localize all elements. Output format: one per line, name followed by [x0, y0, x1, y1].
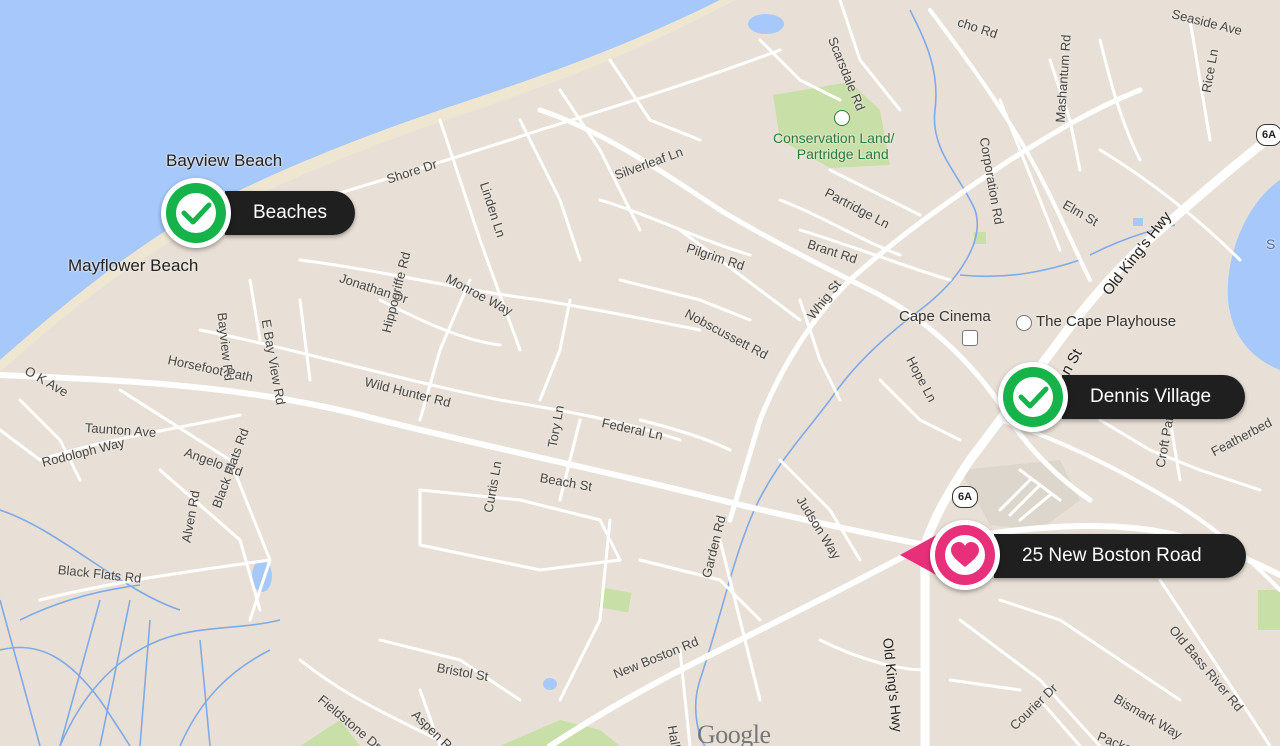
- conservation-label-line1: Conservation Land/: [773, 130, 895, 146]
- conservation-label-line2: Partridge Land: [796, 146, 889, 162]
- marker-home-badge[interactable]: [930, 520, 1000, 590]
- edge-letter: S: [1266, 236, 1276, 252]
- cinema-icon: [962, 330, 978, 346]
- theater-icon: [1016, 315, 1032, 331]
- conservation-land-label: Conservation Land/ Partridge Land: [773, 130, 894, 162]
- route-shield-6a: 6A: [952, 486, 978, 508]
- park-icon: [834, 110, 850, 126]
- mayflower-beach-label: Mayflower Beach: [68, 256, 199, 275]
- google-attribution: Google: [697, 720, 771, 746]
- bayview-beach-label: Bayview Beach: [166, 151, 283, 170]
- marker-dennis-village-badge[interactable]: [998, 362, 1068, 432]
- route-shield-6a: 6A: [1256, 124, 1280, 146]
- checkmark-icon: [172, 189, 220, 237]
- cape-playhouse-label: The Cape Playhouse: [1036, 313, 1177, 330]
- cape-cinema-label: Cape Cinema: [899, 308, 991, 325]
- marker-beaches-label[interactable]: Beaches: [225, 191, 355, 235]
- marker-dennis-village-label[interactable]: Dennis Village: [1062, 375, 1245, 419]
- map-canvas[interactable]: Conservation Land/ Partridge Land Cape C…: [0, 0, 1280, 746]
- heart-icon: [941, 531, 989, 579]
- checkmark-icon: [1009, 373, 1057, 421]
- map-base-layer: [0, 0, 1280, 746]
- marker-home-label[interactable]: 25 New Boston Road: [994, 534, 1246, 578]
- marker-beaches-badge[interactable]: [161, 178, 231, 248]
